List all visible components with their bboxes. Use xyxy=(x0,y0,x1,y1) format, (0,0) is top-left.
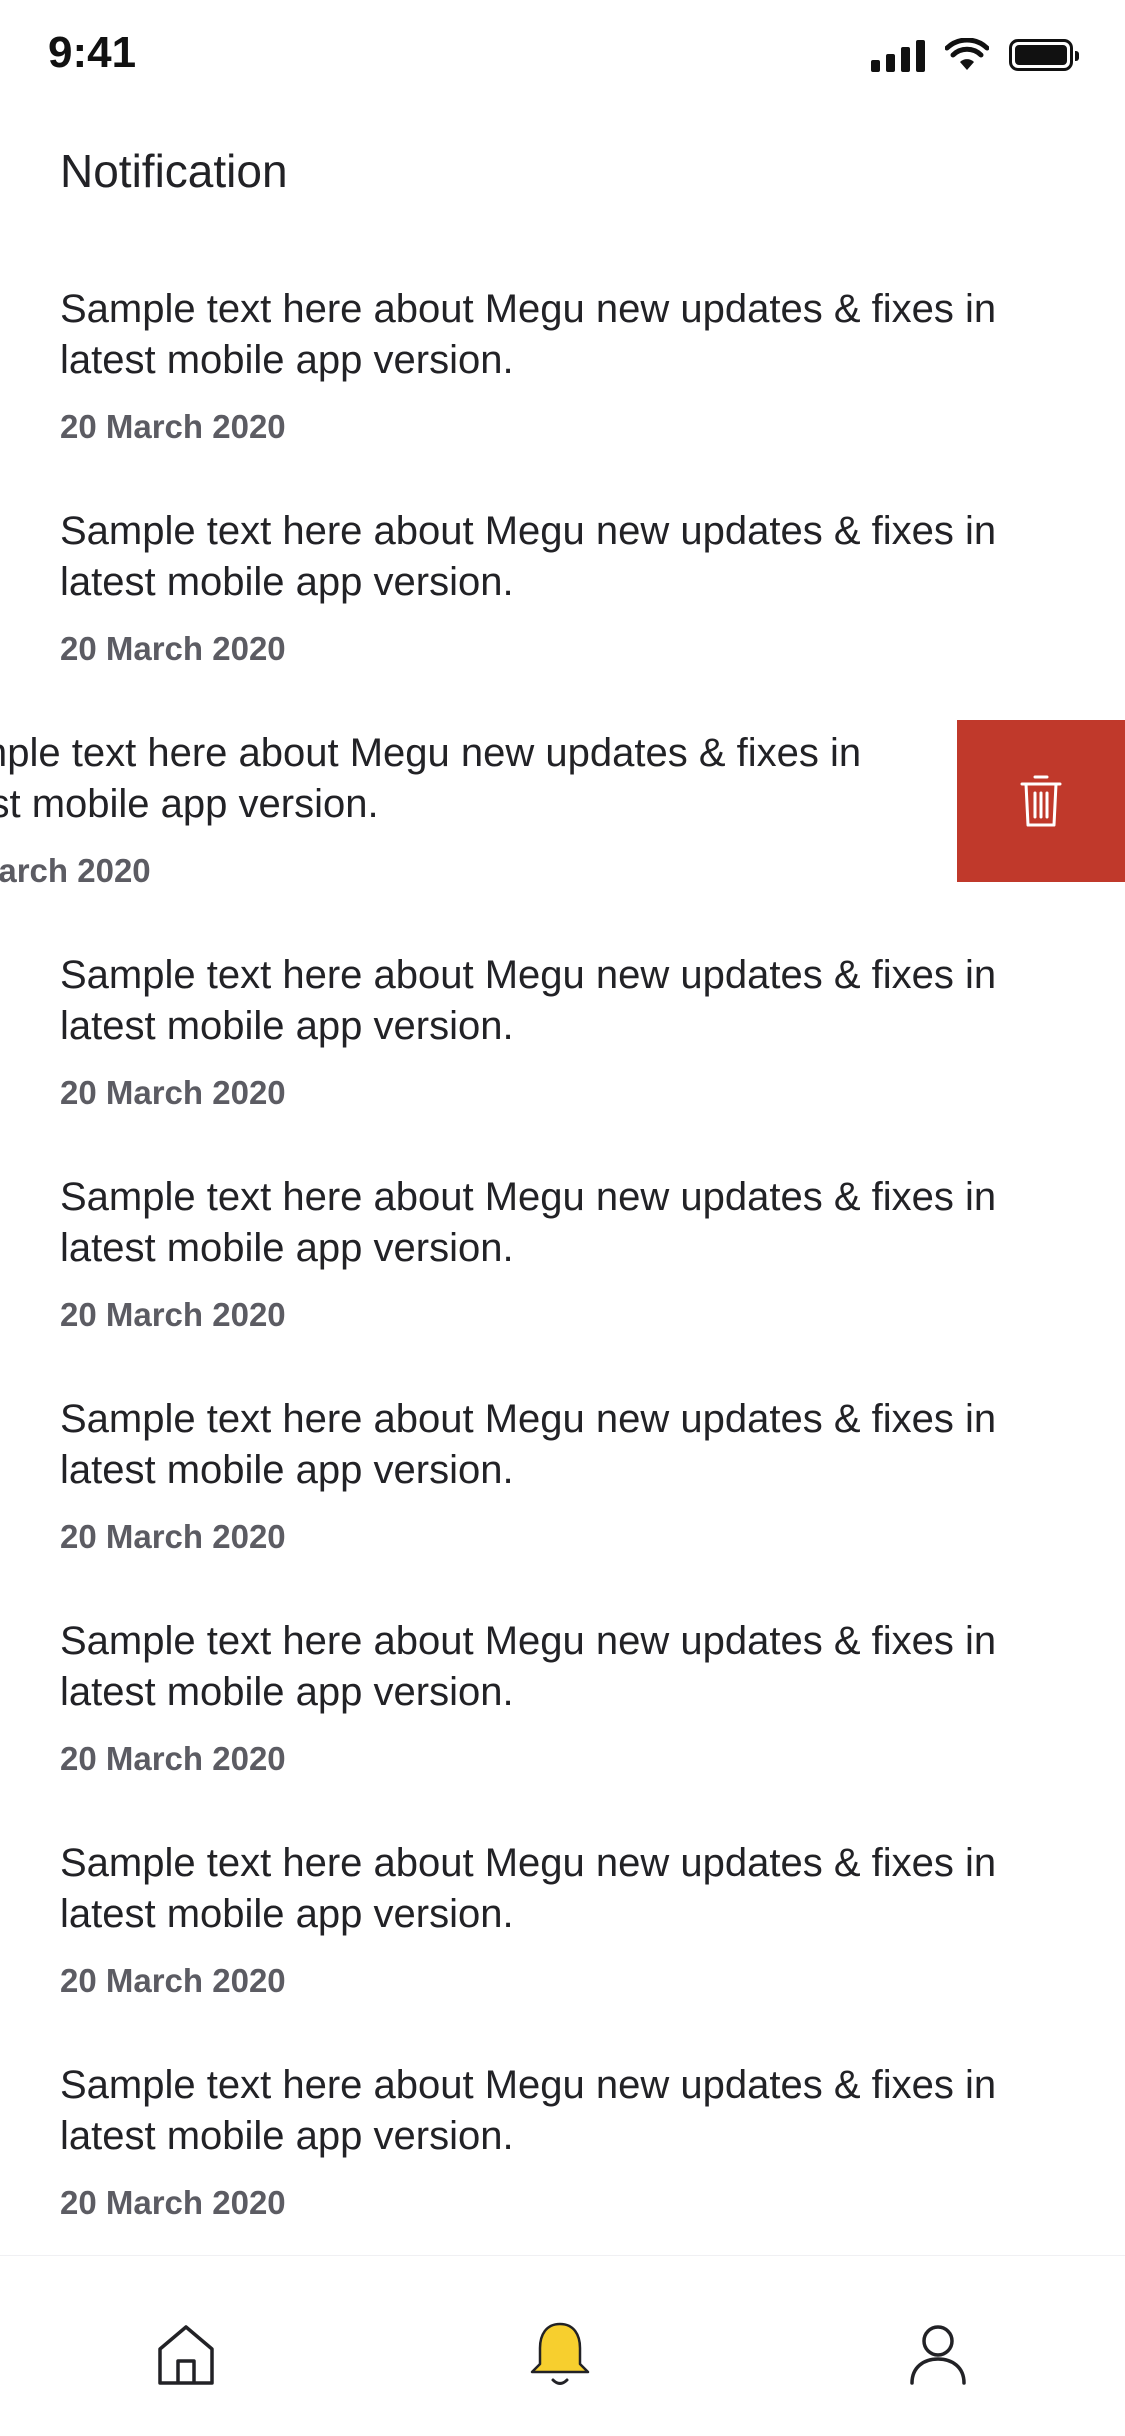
delete-button[interactable] xyxy=(957,720,1125,882)
notification-text: Sample text here about Megu new updates … xyxy=(60,1397,997,1492)
notification-item[interactable]: Sample text here about Megu new updates … xyxy=(0,1386,1125,1608)
notification-date: 20 March 2020 xyxy=(60,408,286,445)
notification-content: Sample text here about Megu new updates … xyxy=(0,728,935,890)
notification-text: Sample text here about Megu new updates … xyxy=(60,2063,997,2158)
status-bar: 9:41 xyxy=(0,0,1125,132)
notification-content: Sample text here about Megu new updates … xyxy=(60,950,1070,1112)
notification-content: Sample text here about Megu new updates … xyxy=(60,284,1070,446)
tab-notifications[interactable] xyxy=(520,2314,600,2394)
notification-content: Sample text here about Megu new updates … xyxy=(60,2060,1070,2222)
notification-content: Sample text here about Megu new updates … xyxy=(60,1838,1070,2000)
notification-content: Sample text here about Megu new updates … xyxy=(60,1172,1070,1334)
bell-icon xyxy=(530,2322,590,2385)
page-title: Notification xyxy=(60,145,288,197)
notification-date: 20 March 2020 xyxy=(0,852,151,889)
notification-date: 20 March 2020 xyxy=(60,1740,286,1777)
notification-item[interactable]: Sample text here about Megu new updates … xyxy=(0,942,1125,1164)
notification-content: Sample text here about Megu new updates … xyxy=(60,506,1070,668)
notification-text: Sample text here about Megu new updates … xyxy=(60,509,997,604)
status-icons xyxy=(871,38,1079,72)
notification-item[interactable]: Sample text here about Megu new updates … xyxy=(0,1608,1125,1830)
notification-text: Sample text here about Megu new updates … xyxy=(60,1175,997,1270)
status-time: 9:41 xyxy=(48,28,137,77)
home-icon xyxy=(158,2325,214,2385)
notification-item[interactable]: Sample text here about Megu new updates … xyxy=(0,720,1125,942)
notification-item[interactable]: Sample text here about Megu new updates … xyxy=(0,276,1125,498)
tab-bar xyxy=(0,2256,1125,2436)
notification-item[interactable]: Sample text here about Megu new updates … xyxy=(0,2052,1125,2274)
notification-date: 20 March 2020 xyxy=(60,1296,286,1333)
signal-icon xyxy=(871,38,925,72)
notification-content: Sample text here about Megu new updates … xyxy=(60,1616,1070,1778)
notification-item[interactable]: Sample text here about Megu new updates … xyxy=(0,1830,1125,2052)
notification-date: 20 March 2020 xyxy=(60,1518,286,1555)
notification-text: Sample text here about Megu new updates … xyxy=(0,731,862,826)
notification-date: 20 March 2020 xyxy=(60,1074,286,1111)
notification-content: Sample text here about Megu new updates … xyxy=(60,1394,1070,1556)
wifi-icon xyxy=(945,38,989,70)
user-icon xyxy=(910,2325,966,2385)
notification-text: Sample text here about Megu new updates … xyxy=(60,287,997,382)
notification-item[interactable]: Sample text here about Megu new updates … xyxy=(0,498,1125,720)
notification-text: Sample text here about Megu new updates … xyxy=(60,1841,997,1936)
notification-text: Sample text here about Megu new updates … xyxy=(60,953,997,1048)
trash-icon xyxy=(1020,775,1062,827)
notification-text: Sample text here about Megu new updates … xyxy=(60,1619,997,1714)
notification-item[interactable]: Sample text here about Megu new updates … xyxy=(0,1164,1125,1386)
notification-list: Sample text here about Megu new updates … xyxy=(0,276,1125,2274)
tab-home[interactable] xyxy=(146,2314,226,2394)
notification-date: 20 March 2020 xyxy=(60,1962,286,1999)
battery-icon xyxy=(1009,39,1079,71)
notification-date: 20 March 2020 xyxy=(60,2184,286,2221)
notification-date: 20 March 2020 xyxy=(60,630,286,667)
tab-profile[interactable] xyxy=(898,2314,978,2394)
